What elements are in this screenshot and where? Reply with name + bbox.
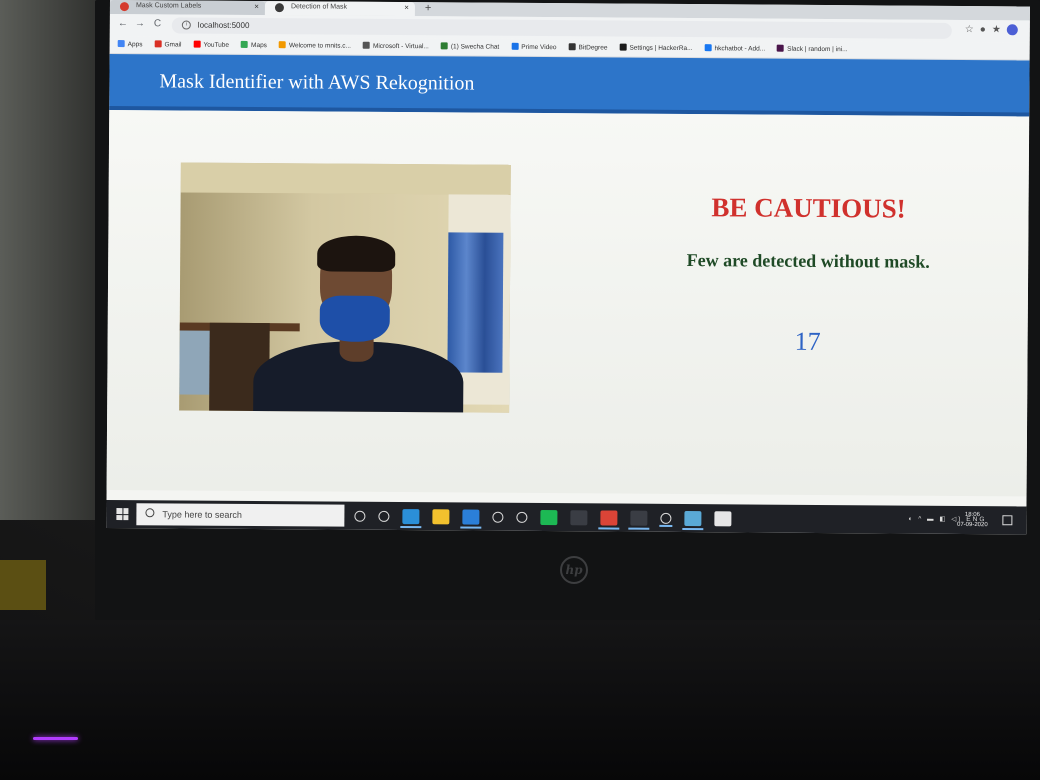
bookmark-item[interactable]: hkchatbot - Add... xyxy=(704,44,766,53)
bookmark-label: Apps xyxy=(127,41,143,49)
bookmark-favicon-icon xyxy=(278,41,286,49)
tab-detection-of-mask[interactable]: Detection of Mask × xyxy=(264,1,415,17)
url-text: localhost:5000 xyxy=(197,20,250,30)
new-tab-button[interactable]: + xyxy=(425,2,432,14)
bookmark-label: Microsoft - Virtual... xyxy=(372,42,429,51)
taskbar-apps xyxy=(354,507,732,528)
wall xyxy=(0,0,110,520)
star-icon[interactable]: ☆ xyxy=(965,24,980,35)
bookmark-favicon-icon xyxy=(619,43,627,51)
bookmark-favicon-icon xyxy=(777,44,785,52)
tab-favicon xyxy=(274,3,284,13)
clock[interactable]: 18:06 07-09-2020 xyxy=(952,510,992,530)
spotify-icon[interactable] xyxy=(540,509,558,525)
bookmark-item[interactable]: Apps xyxy=(117,40,143,49)
book-icon[interactable] xyxy=(684,510,702,526)
winamp-icon[interactable] xyxy=(516,511,528,523)
back-icon[interactable]: ← xyxy=(118,18,128,29)
tab-label: Detection of Mask xyxy=(290,3,348,11)
bookmark-favicon-icon xyxy=(362,41,370,49)
detection-count: 17 xyxy=(794,326,821,356)
task-view-icon[interactable] xyxy=(378,510,390,522)
bookmark-favicon-icon xyxy=(117,40,125,48)
keyboard-led xyxy=(33,737,78,740)
alert-title: BE CAUTIOUS! xyxy=(711,192,906,224)
page-title: Mask Identifier with AWS Rekognition xyxy=(159,70,475,95)
clock-time: 18:06 xyxy=(964,511,980,519)
bookmark-label: Maps xyxy=(251,41,267,50)
desk xyxy=(0,620,1040,780)
reload-icon[interactable]: C xyxy=(154,18,161,29)
main-content: BE CAUTIOUS! Few are detected without ma… xyxy=(106,109,1030,497)
bookmark-favicon-icon xyxy=(511,42,519,50)
notepad-icon[interactable] xyxy=(714,510,732,526)
bookmark-label: BitDegree xyxy=(578,44,608,52)
bookmark-favicon-icon xyxy=(440,42,448,50)
search-placeholder: Type here to search xyxy=(162,509,242,520)
bookmark-favicon-icon xyxy=(568,43,576,51)
bookmark-favicon-icon xyxy=(241,40,249,48)
forward-icon[interactable]: → xyxy=(135,18,145,29)
address-bar[interactable]: i localhost:5000 xyxy=(171,17,952,39)
bookmark-item[interactable]: Microsoft - Virtual... xyxy=(362,41,429,51)
bookmark-item[interactable]: Maps xyxy=(241,40,267,50)
bookmark-label: Slack | random | ini... xyxy=(787,45,848,54)
extension-icon[interactable]: ● xyxy=(980,24,992,35)
close-tab-icon[interactable]: × xyxy=(404,3,409,12)
bookmark-label: Settings | HackerRa... xyxy=(629,44,693,53)
calculator-icon[interactable] xyxy=(570,509,588,525)
taskbar-search-input[interactable]: Type here to search xyxy=(136,503,345,527)
webcam-feed xyxy=(179,162,511,413)
app-header: Mask Identifier with AWS Rekognition xyxy=(109,53,1030,117)
bookmark-label: hkchatbot - Add... xyxy=(714,45,766,53)
bookmark-item[interactable]: Gmail xyxy=(154,40,182,49)
bookmark-item[interactable]: BitDegree xyxy=(568,43,608,52)
edge-icon[interactable] xyxy=(402,508,420,524)
cortana-icon[interactable] xyxy=(354,510,366,522)
bookmark-item[interactable]: (1) Swecha Chat xyxy=(440,42,500,51)
alert-message: Few are detected without mask. xyxy=(686,250,930,272)
bookmark-item[interactable]: Slack | random | ini... xyxy=(777,44,848,54)
file-explorer-icon[interactable] xyxy=(432,508,450,524)
terminal-icon[interactable] xyxy=(630,510,648,526)
mail-icon[interactable] xyxy=(462,508,480,525)
hp-logo: hp xyxy=(560,556,588,584)
tab-label: Mask Custom Labels xyxy=(135,2,202,10)
bookmark-favicon-icon xyxy=(154,40,162,48)
bookmark-item[interactable]: Welcome to mnits.c... xyxy=(278,41,351,50)
bookmark-label: Welcome to mnits.c... xyxy=(288,42,351,50)
puzzle-icon[interactable]: ★ xyxy=(992,24,1007,35)
profile-avatar[interactable] xyxy=(1006,24,1018,36)
tab-favicon xyxy=(119,2,129,12)
background-object xyxy=(0,560,46,610)
close-tab-icon[interactable]: × xyxy=(254,2,259,11)
toolbar-icons: ☆●★ xyxy=(965,24,1018,36)
bookmark-label: (1) Swecha Chat xyxy=(450,43,500,51)
bookmark-favicon-icon xyxy=(704,44,712,52)
notification-icon[interactable] xyxy=(1002,515,1013,526)
tab-mask-custom-labels[interactable]: Mask Custom Labels × xyxy=(109,0,265,16)
search-icon xyxy=(145,508,155,518)
bookmark-item[interactable]: Settings | HackerRa... xyxy=(619,43,693,53)
bookmark-favicon-icon xyxy=(193,40,201,48)
site-info-icon[interactable]: i xyxy=(181,20,191,30)
bookmark-item[interactable]: YouTube xyxy=(193,40,230,49)
clock-date: 07-09-2020 xyxy=(956,521,988,529)
screen: Mask Custom Labels × Detection of Mask ×… xyxy=(106,0,1030,535)
bookmark-label: Gmail xyxy=(164,41,182,49)
bookmark-label: YouTube xyxy=(203,41,230,49)
bookmark-item[interactable]: Prime Video xyxy=(511,42,557,52)
bookmark-label: Prime Video xyxy=(521,43,557,52)
chrome-icon[interactable] xyxy=(600,509,618,526)
windows-start-icon[interactable] xyxy=(116,508,129,521)
dropbox-icon[interactable] xyxy=(492,511,504,523)
settings-icon[interactable] xyxy=(660,512,672,524)
